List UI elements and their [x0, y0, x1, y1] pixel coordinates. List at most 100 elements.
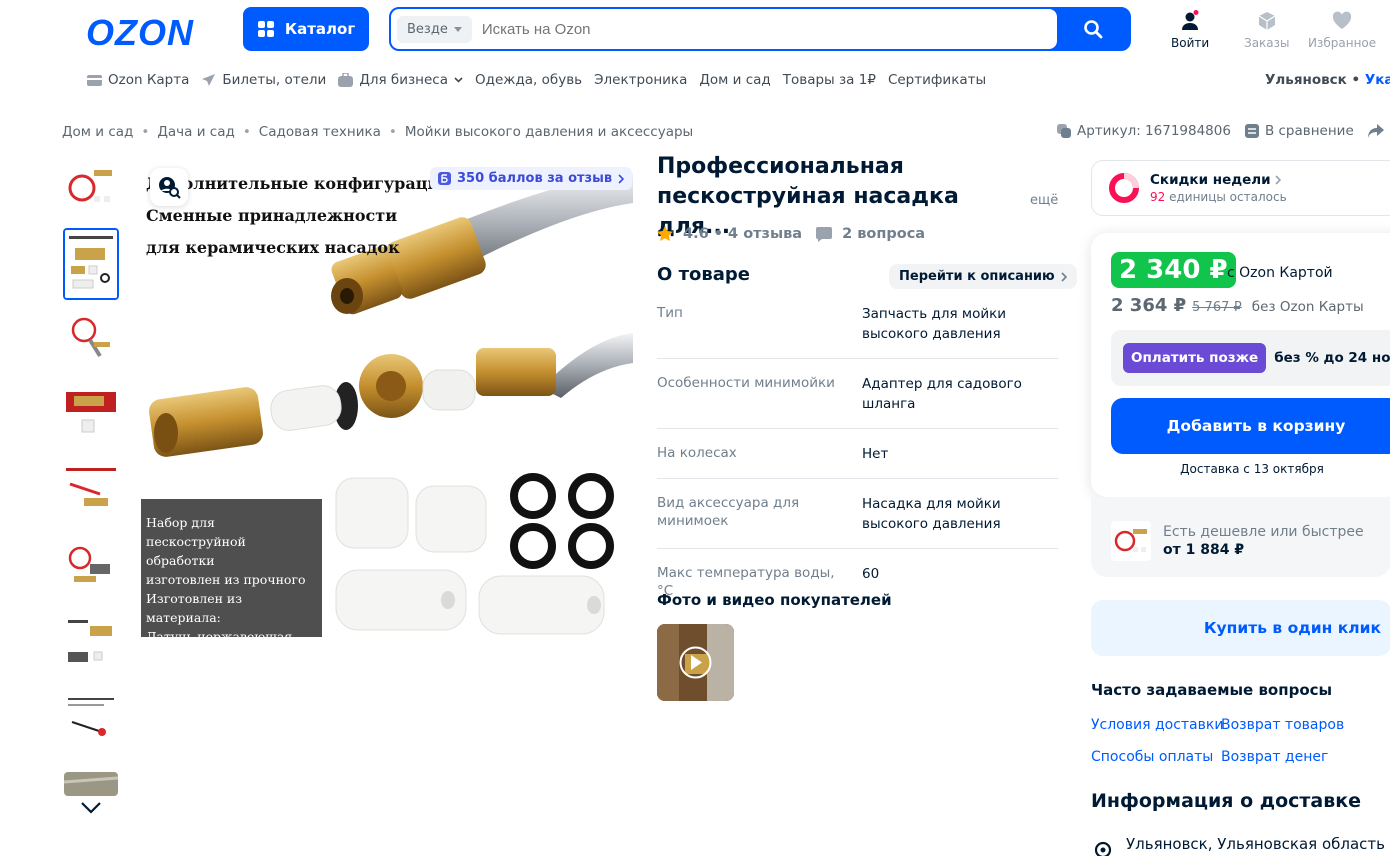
delivery-date: Доставка с 13 октября	[1111, 462, 1390, 476]
spec-row: Особенности минимойки Адаптер для садово…	[657, 372, 1058, 429]
pay-later-button[interactable]: Оплатить позже	[1123, 343, 1267, 373]
breadcrumb-item[interactable]: Садовая техника	[259, 124, 381, 140]
city-link[interactable]: Укажи	[1365, 72, 1390, 88]
subnav-clothes[interactable]: Одежда, обувь	[475, 72, 582, 88]
thumbnail[interactable]	[64, 160, 118, 214]
subnav-home-garden[interactable]: Дом и сад	[699, 72, 770, 88]
image-note: Набор для пескоструйной обработки изгото…	[141, 499, 322, 663]
chevron-down-icon[interactable]	[80, 800, 102, 816]
customer-photos-heading: Фото и видео покупателей	[657, 591, 892, 609]
promo-title: Скидки недели	[1150, 172, 1271, 188]
copy-icon	[1057, 124, 1071, 138]
questions-link[interactable]: 2 вопроса	[842, 226, 925, 242]
cheaper-title: Есть дешевле или быстрее	[1163, 524, 1364, 540]
subnav-ozon-card[interactable]: Ozon Карта	[87, 72, 189, 88]
compare-button[interactable]: В сравнение	[1244, 123, 1354, 139]
city-selector[interactable]: Ульяновск • Укажи	[1265, 72, 1390, 88]
delivery-city-row[interactable]: Ульяновск, Ульяновская область	[1094, 835, 1385, 856]
faq-payment-methods-link[interactable]: Способы оплаты	[1091, 749, 1213, 765]
add-to-cart-button[interactable]: Добавить в корзину	[1111, 398, 1390, 454]
search-button[interactable]	[1057, 9, 1129, 49]
promo-count: 92	[1150, 190, 1166, 204]
customer-video-thumbnail[interactable]	[657, 624, 734, 701]
catalog-button[interactable]: Каталог	[243, 7, 369, 51]
thumbnail[interactable]	[64, 540, 118, 594]
specs-table: Тип Запчасть для мойки высокого давления…	[657, 302, 1058, 627]
thumbnail[interactable]	[64, 772, 118, 796]
badge-label: 350 баллов за отзыв	[457, 171, 613, 186]
article-number: Артикул: 1671984806	[1077, 123, 1231, 139]
regular-price: 2 364 ₽	[1111, 295, 1187, 316]
spec-row: На колесах Нет	[657, 442, 1058, 479]
thumbnail[interactable]	[64, 312, 118, 366]
offer-thumbnail	[1111, 521, 1151, 561]
search-scope-select[interactable]: Везде	[397, 15, 472, 43]
thumbnail[interactable]	[64, 614, 118, 668]
delivery-city: Ульяновск, Ульяновская область	[1126, 835, 1385, 853]
login-button[interactable]: Войти	[1171, 10, 1209, 50]
breadcrumb-item[interactable]: Дача и сад	[157, 124, 234, 140]
regular-price-row: 2 364 ₽ 5 767 ₽ без Ozon Карты	[1111, 295, 1364, 316]
image-search-button[interactable]	[150, 168, 188, 206]
spec-row: Вид аксессуара для минимоек Насадка для …	[657, 492, 1058, 549]
card-icon	[87, 74, 102, 86]
heart-icon	[1332, 11, 1352, 29]
thumbnail-selected[interactable]	[63, 228, 119, 300]
subnav-certificates[interactable]: Сертификаты	[888, 72, 986, 88]
goto-description-button[interactable]: Перейти к описанию	[889, 264, 1077, 289]
briefcase-icon	[338, 73, 354, 87]
breadcrumb-item[interactable]: Мойки высокого давления и аксессуары	[405, 124, 693, 140]
spec-key: Тип	[657, 305, 683, 321]
buy-one-click-label: Купить в один клик	[1203, 619, 1381, 637]
buy-one-click-button[interactable]: Купить в один клик	[1091, 600, 1390, 656]
thumbnail[interactable]	[64, 388, 118, 442]
discount-ring-icon	[1109, 173, 1139, 203]
airplane-icon	[202, 73, 216, 86]
thumbnail[interactable]	[64, 464, 118, 518]
orders-button[interactable]: Заказы	[1244, 10, 1290, 50]
subnav-tickets[interactable]: Билеты, отели	[201, 72, 326, 88]
subnav-label: Ozon Карта	[108, 72, 190, 88]
breadcrumb: Дом и сад • Дача и сад • Садовая техника • …	[62, 124, 694, 140]
compare-label: В сравнение	[1264, 123, 1354, 139]
favorites-button[interactable]: Избранное	[1308, 10, 1376, 50]
cheaper-offers[interactable]: Есть дешевле или быстрее от 1 884 ₽	[1091, 497, 1390, 577]
breadcrumb-item[interactable]: Дом и сад	[62, 124, 133, 140]
subnav-business[interactable]: Для бизнеса	[338, 72, 463, 88]
subnav-goods-1rub[interactable]: Товары за 1₽	[783, 72, 876, 88]
chevron-down-icon	[454, 77, 463, 83]
thumbnail[interactable]	[64, 692, 118, 746]
spec-key: Особенности минимойки	[657, 375, 835, 391]
ozon-logo[interactable]: OZON	[86, 12, 194, 54]
old-price: 5 767 ₽	[1192, 300, 1242, 315]
rating-reviews-link[interactable]: 4.6 • 4 отзыва	[683, 226, 802, 242]
share-button[interactable]: П	[1367, 123, 1390, 139]
pay-later-row: Оплатить позже без % до 24 ноя	[1111, 330, 1390, 386]
chevron-right-icon	[1275, 175, 1281, 185]
catalog-label: Каталог	[284, 20, 356, 38]
chat-icon	[816, 226, 833, 242]
faq-returns-link[interactable]: Возврат товаров	[1221, 717, 1344, 733]
city-name: Ульяновск	[1265, 72, 1347, 88]
subnav-electronics[interactable]: Электроника	[594, 72, 687, 88]
rating-row: 4.6 • 4 отзыва 2 вопроса	[657, 226, 925, 242]
regular-price-label: без Ozon Карты	[1251, 299, 1364, 315]
cheaper-price: от 1 884 ₽	[1163, 542, 1245, 558]
review-points-badge[interactable]: 350 баллов за отзыв	[430, 167, 633, 190]
faq-delivery-terms-link[interactable]: Условия доставки	[1091, 717, 1223, 733]
note-line: изготовлен из прочного	[146, 572, 306, 587]
spec-row: Тип Запчасть для мойки высокого давления	[657, 302, 1058, 359]
about-heading: О товаре	[657, 264, 750, 285]
weekly-discount-promo[interactable]: Скидки недели 92 единицы осталось	[1091, 160, 1390, 216]
spec-value: Адаптер для садового шланга	[862, 376, 1022, 412]
price-with-card: 2 340 ₽	[1111, 252, 1236, 288]
user-icon	[1182, 10, 1199, 30]
spec-key: На колесах	[657, 445, 737, 461]
faq-refund-link[interactable]: Возврат денег	[1221, 749, 1328, 765]
note-line: пескоструйной обработки	[146, 534, 246, 568]
title-more-link[interactable]: ещё	[1030, 193, 1058, 208]
article-copy[interactable]: Артикул: 1671984806	[1057, 123, 1231, 139]
spec-value: Нет	[862, 446, 889, 462]
search-input[interactable]	[481, 20, 1057, 38]
grid-icon	[257, 21, 274, 37]
